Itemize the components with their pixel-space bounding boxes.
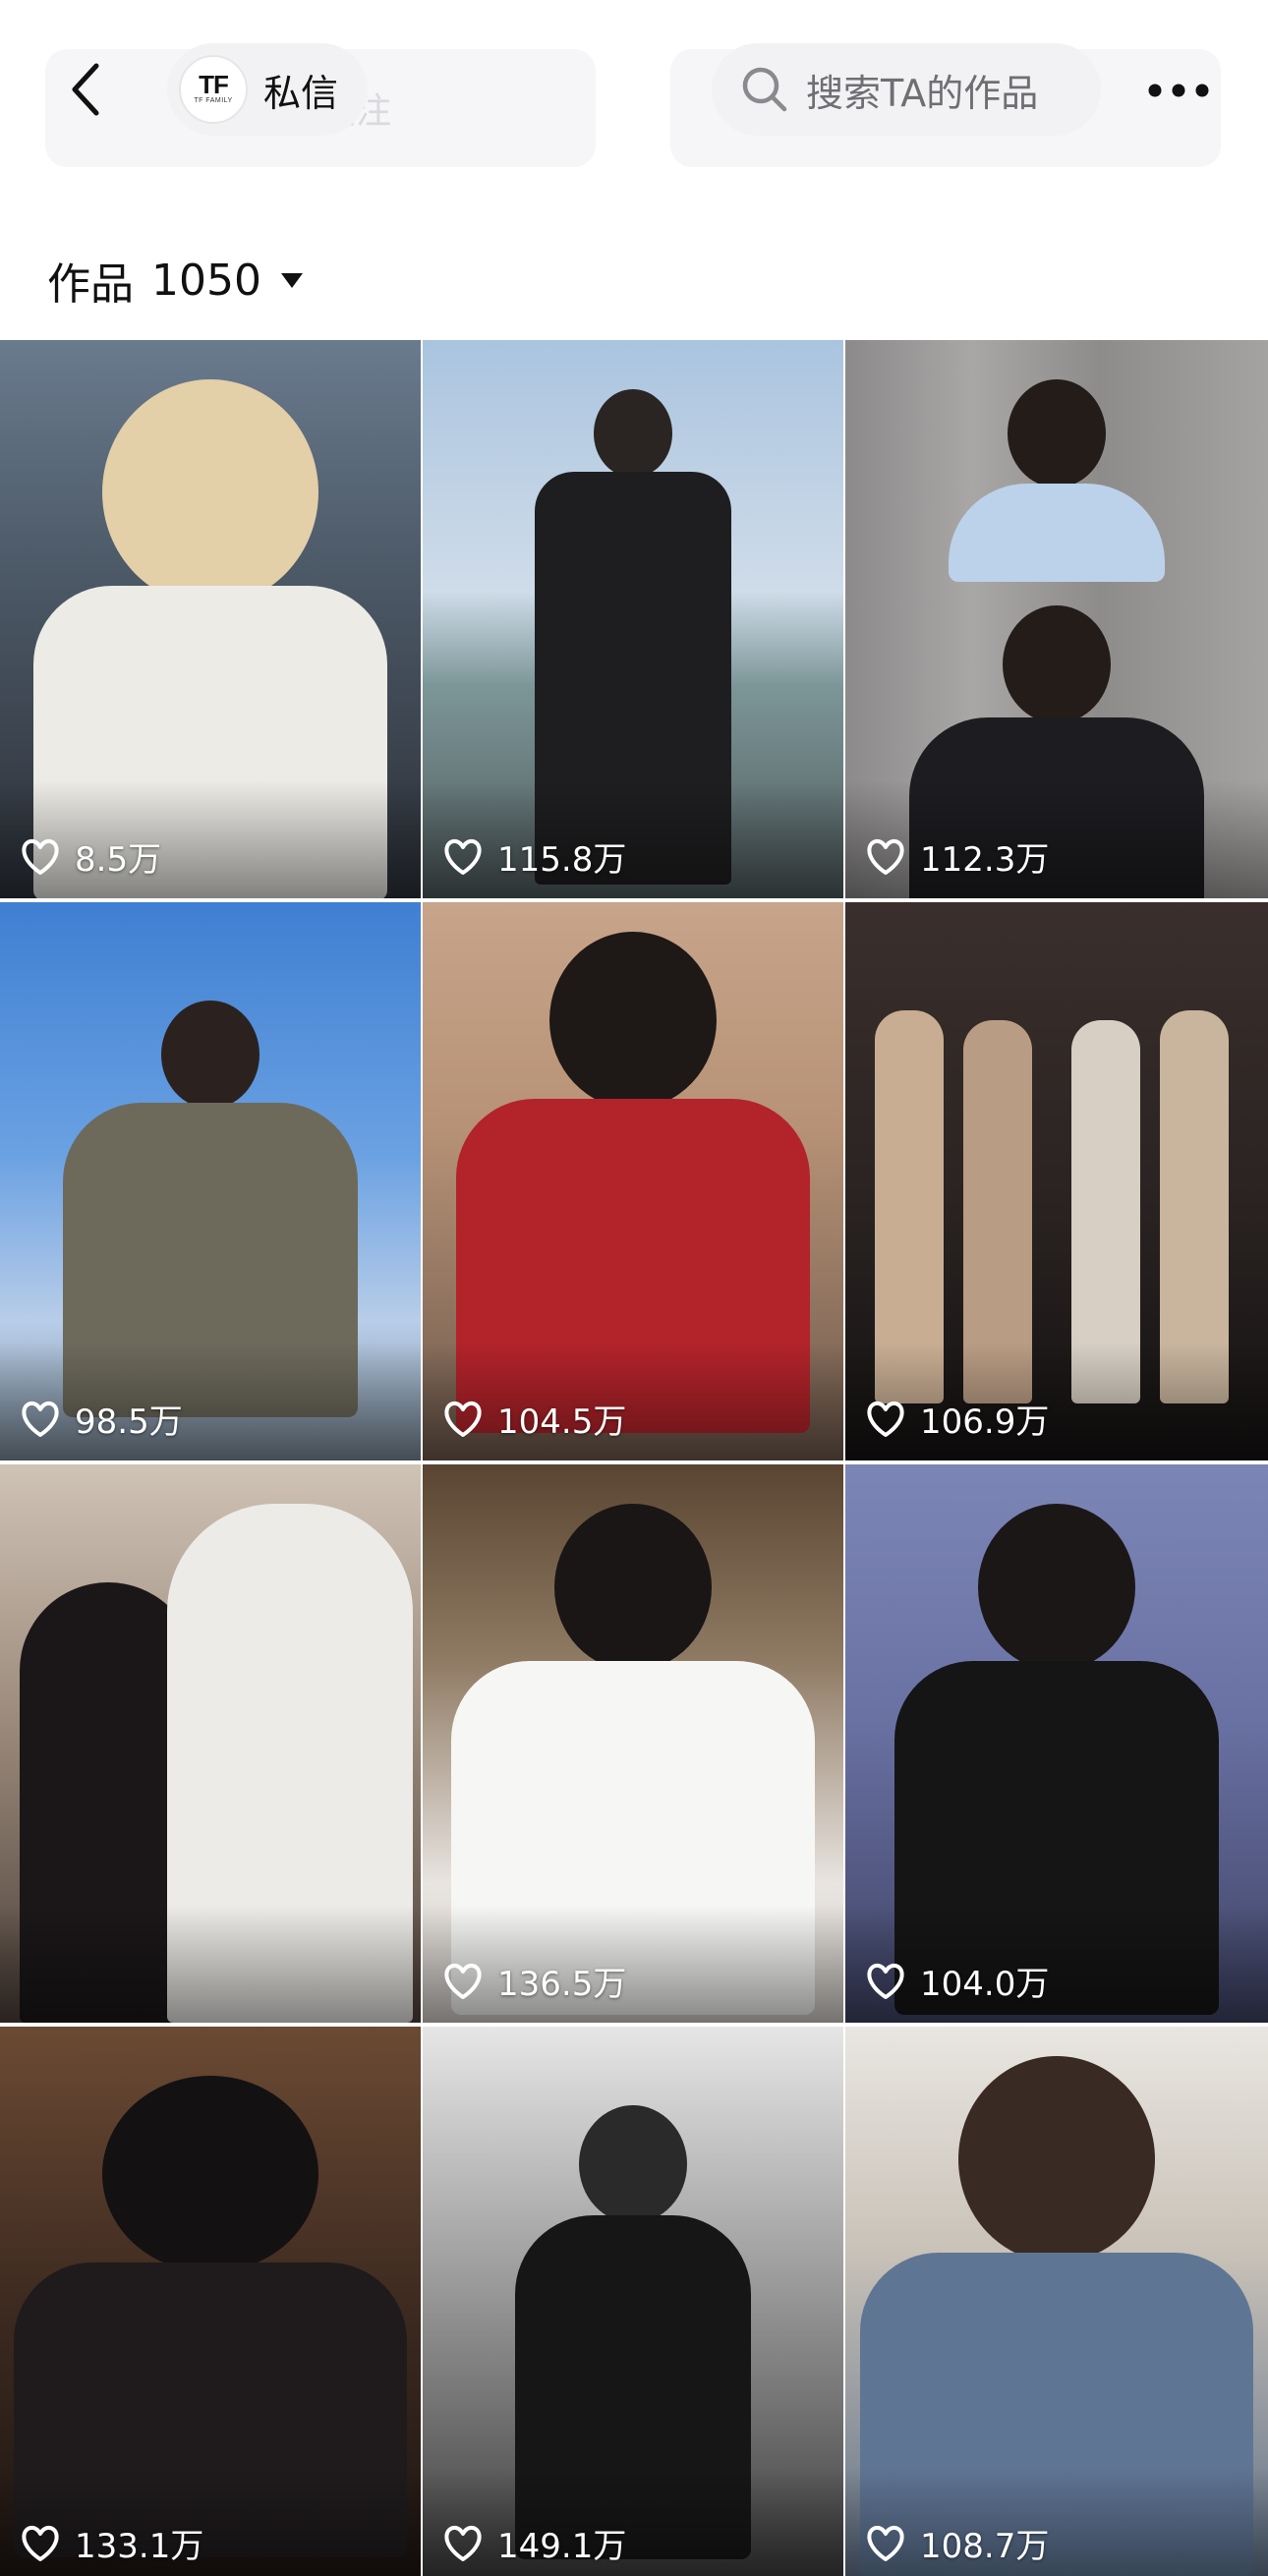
like-counter: 112.3万 (865, 832, 1049, 881)
heart-icon (444, 838, 482, 875)
like-counter: 8.5万 (20, 832, 161, 881)
chevron-left-icon (72, 63, 99, 116)
video-grid: 8.5万 115.8万 112.3万 98.5万 104.5万 106.9万 1… (0, 340, 1268, 2576)
video-tile[interactable]: 136.5万 (423, 1464, 843, 2023)
video-tile[interactable] (0, 1464, 421, 2023)
like-count: 136.5万 (497, 1965, 627, 2004)
like-count: 133.1万 (75, 2527, 204, 2566)
video-tile[interactable]: 133.1万 (0, 2027, 421, 2576)
thumbnail-figure (949, 379, 1165, 582)
heart-icon (867, 838, 904, 875)
heart-icon (444, 2525, 482, 2561)
video-tile[interactable]: 149.1万 (423, 2027, 843, 2576)
like-counter: 104.0万 (865, 1957, 1049, 2005)
like-count: 115.8万 (497, 840, 627, 880)
avatar: TF TF FAMILY (179, 55, 248, 124)
heart-icon (867, 1401, 904, 1437)
caret-down-icon (280, 273, 303, 288)
top-bar: 特别关注 发私信 TF TF FAMILY 私信 搜索TA的作品 (0, 0, 1268, 187)
like-count: 104.0万 (920, 1965, 1050, 2004)
video-tile[interactable]: 104.5万 (423, 902, 843, 1460)
like-counter: 133.1万 (20, 2519, 203, 2567)
like-counter: 98.5万 (20, 1395, 183, 1443)
like-count: 149.1万 (497, 2527, 627, 2566)
search-placeholder: 搜索TA的作品 (806, 71, 1039, 115)
heart-icon (444, 1401, 482, 1437)
heart-icon (444, 1963, 482, 1999)
video-tile[interactable]: 112.3万 (845, 340, 1268, 898)
like-count: 8.5万 (75, 840, 162, 880)
heart-icon (867, 2525, 904, 2561)
works-label: 作品 (47, 259, 134, 310)
like-counter: 115.8万 (442, 832, 626, 881)
video-tile[interactable]: 108.7万 (845, 2027, 1268, 2576)
direct-message-button[interactable]: TF TF FAMILY 私信 (167, 43, 369, 136)
like-counter: 136.5万 (442, 1957, 626, 2005)
heart-icon (22, 2525, 59, 2561)
video-tile[interactable]: 115.8万 (423, 340, 843, 898)
thumbnail-shade (0, 1905, 421, 2023)
like-count: 112.3万 (920, 840, 1050, 880)
works-filter-dropdown[interactable]: 作品 1050 (47, 246, 305, 315)
like-count: 106.9万 (920, 1402, 1050, 1442)
search-icon (742, 67, 787, 112)
heart-icon (22, 1401, 59, 1437)
profile-works-page: 特别关注 发私信 TF TF FAMILY 私信 搜索TA的作品 (0, 0, 1268, 2576)
like-counter: 104.5万 (442, 1395, 626, 1443)
search-works-input[interactable]: 搜索TA的作品 (712, 43, 1101, 136)
like-count: 104.5万 (497, 1402, 627, 1442)
video-tile[interactable]: 104.0万 (845, 1464, 1268, 2023)
avatar-logo-subtext: TF FAMILY (194, 97, 233, 104)
video-tile[interactable]: 98.5万 (0, 902, 421, 1460)
like-count: 108.7万 (920, 2527, 1050, 2566)
more-dots-icon (1148, 84, 1209, 97)
heart-icon (867, 1963, 904, 1999)
like-count: 98.5万 (75, 1402, 183, 1442)
avatar-logo-text: TF (199, 70, 229, 99)
like-counter: 108.7万 (865, 2519, 1049, 2567)
more-options-button[interactable] (1144, 61, 1213, 120)
back-button[interactable] (51, 55, 120, 124)
like-counter: 149.1万 (442, 2519, 626, 2567)
works-count: 1050 (151, 255, 261, 306)
video-tile[interactable]: 106.9万 (845, 902, 1268, 1460)
direct-message-label: 私信 (263, 71, 339, 115)
video-tile[interactable]: 8.5万 (0, 340, 421, 898)
like-counter: 106.9万 (865, 1395, 1049, 1443)
heart-icon (22, 838, 59, 875)
